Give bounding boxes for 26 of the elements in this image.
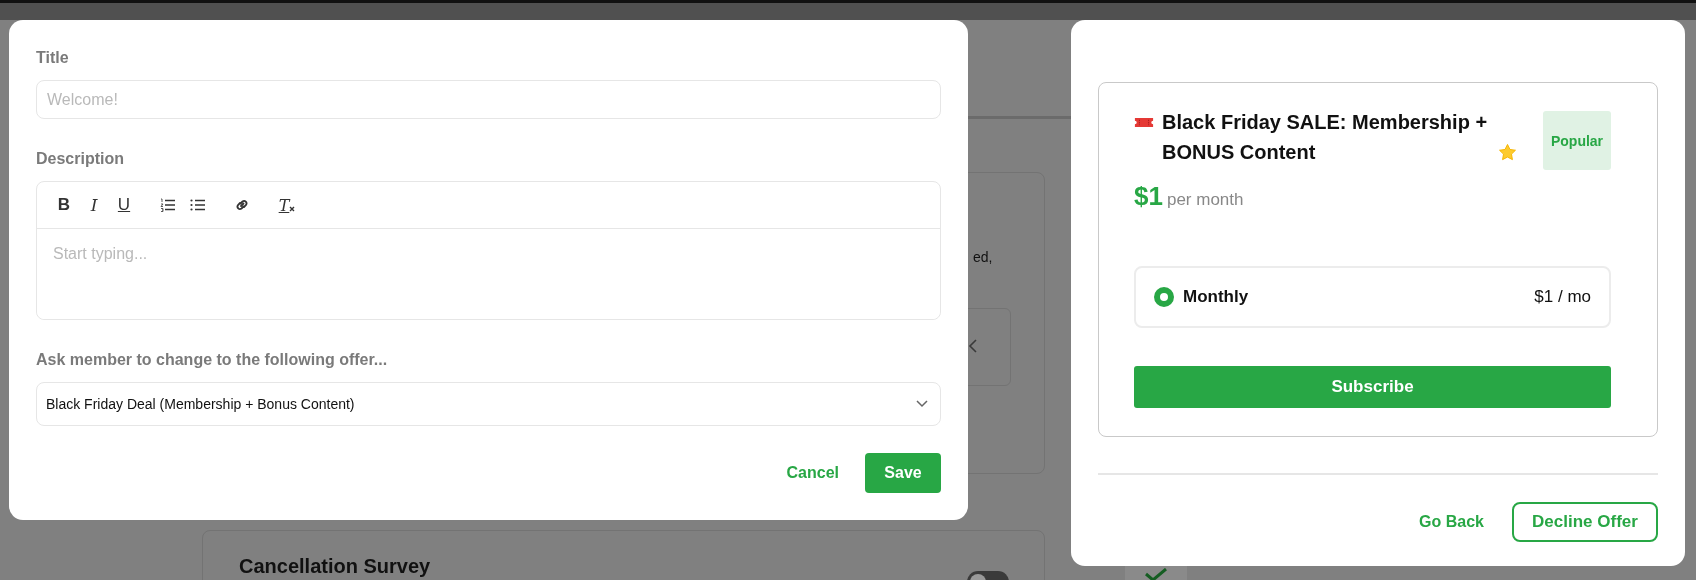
section-title: Cancellation Survey: [239, 555, 431, 578]
offer-dropdown[interactable]: Black Friday Deal (Membership + Bonus Content): [36, 382, 941, 426]
offer-price: $1: [1134, 181, 1163, 212]
chevron-left-icon: [968, 339, 978, 353]
plan-name: Monthly: [1183, 287, 1250, 307]
field-label: Title: [36, 49, 70, 67]
offer-title: Black Friday SALE: Membership + BONUS Content: [1162, 110, 1489, 165]
plan-price: $1 / mo: [1534, 287, 1591, 307]
price-period: per month: [1166, 190, 1244, 210]
title-input[interactable]: Welcome!: [36, 80, 941, 119]
underline-button[interactable]: U: [113, 193, 135, 217]
x-icon: [289, 206, 296, 212]
check-icon: [1144, 568, 1168, 580]
italic-button[interactable]: I: [83, 193, 105, 217]
chevron-down-icon: [916, 400, 928, 408]
radio-button[interactable]: [1154, 287, 1174, 307]
plan-option[interactable]: Monthly $1 / mo: [1134, 266, 1611, 328]
bold-button[interactable]: B: [53, 193, 75, 217]
clear-format-button[interactable]: T: [275, 193, 299, 217]
popular-badge: Popular: [1543, 111, 1611, 170]
field-label: Ask member to change to the following offer...: [36, 351, 389, 369]
star-icon: [1498, 143, 1517, 162]
field-label: Description: [36, 150, 125, 168]
ticket-icon: [1134, 117, 1154, 128]
rich-text-editor[interactable]: B I U T Start typing...: [36, 181, 941, 320]
card-text: ed,: [973, 249, 993, 265]
